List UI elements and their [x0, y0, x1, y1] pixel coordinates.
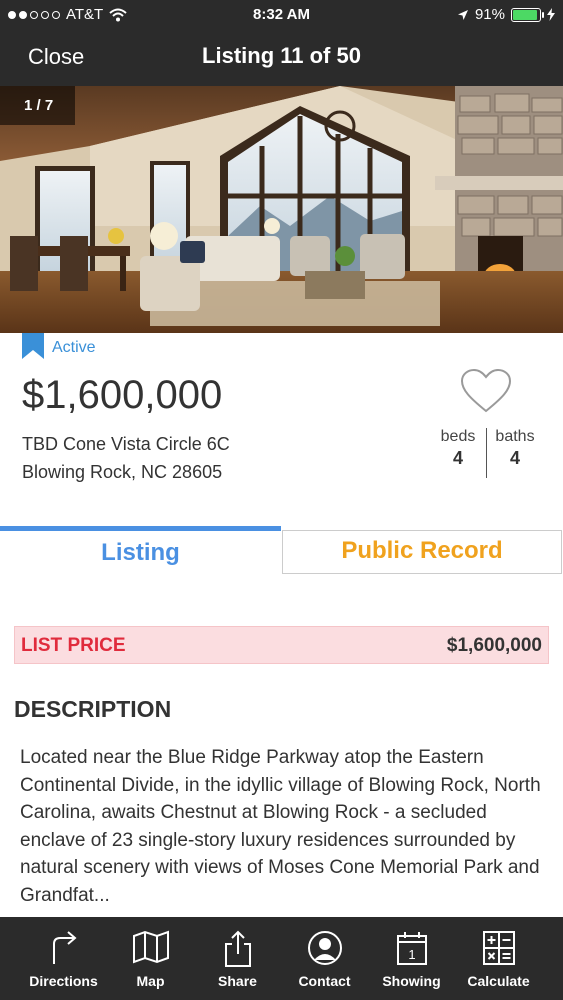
showing-label: Showing [382, 973, 441, 989]
baths-stat: baths 4 [489, 428, 541, 478]
directions-label: Directions [29, 973, 98, 989]
contact-person-icon [307, 931, 342, 965]
calculate-label: Calculate [467, 973, 530, 989]
list-price-label: LIST PRICE [21, 635, 126, 656]
status-label: Active [52, 339, 96, 356]
bookmark-icon [22, 333, 44, 359]
nav-bar: Close Listing 11 of 50 [0, 30, 563, 86]
calendar-day-number: 1 [408, 947, 415, 962]
listing-price: $1,600,000 [22, 373, 223, 417]
charging-bolt-icon [547, 8, 555, 21]
list-price-row: LIST PRICE $1,600,000 [14, 626, 549, 664]
beds-stat: beds 4 [432, 428, 484, 478]
tab-listing[interactable]: Listing [0, 526, 281, 574]
share-button[interactable]: Share [194, 917, 281, 1000]
bottom-toolbar: Directions Map Share Contact 1 Showing C… [0, 917, 563, 1000]
status-badge: Active [22, 333, 96, 359]
living-room-photo [0, 86, 563, 333]
description-text[interactable]: Located near the Blue Ridge Parkway atop… [20, 744, 550, 909]
favorite-heart-icon[interactable] [460, 368, 512, 414]
share-icon [224, 930, 251, 967]
map-label: Map [136, 973, 165, 989]
detail-tabs: Listing Public Record [0, 526, 563, 574]
list-price-value: $1,600,000 [446, 635, 542, 656]
calculator-icon [482, 931, 515, 965]
map-icon [132, 930, 169, 964]
status-bar: AT&T 8:32 AM 91% [0, 0, 563, 30]
photo-counter: 1 / 7 [0, 86, 76, 125]
battery-icon [511, 7, 544, 22]
beds-label: beds [440, 428, 476, 445]
beds-value: 4 [452, 448, 463, 468]
tab-public-record[interactable]: Public Record [282, 530, 562, 574]
baths-value: 4 [509, 448, 520, 468]
address-line-1: TBD Cone Vista Circle 6C [22, 434, 230, 454]
baths-label: baths [495, 428, 535, 445]
directions-arrow-icon [52, 931, 77, 964]
showing-button[interactable]: 1 Showing [368, 917, 455, 1000]
calculate-button[interactable]: Calculate [455, 917, 542, 1000]
page-title: Listing 11 of 50 [202, 43, 361, 68]
listing-address: TBD Cone Vista Circle 6C Blowing Rock, N… [22, 430, 230, 486]
divider [486, 428, 487, 478]
address-line-2: Blowing Rock, NC 28605 [22, 462, 223, 482]
directions-button[interactable]: Directions [20, 917, 107, 1000]
map-button[interactable]: Map [107, 917, 194, 1000]
calendar-icon: 1 [396, 932, 427, 965]
contact-button[interactable]: Contact [281, 917, 368, 1000]
listing-photo[interactable]: 1 / 7 [0, 86, 563, 333]
beds-baths: beds 4 baths 4 [432, 428, 541, 478]
share-label: Share [218, 973, 257, 989]
location-arrow-icon [457, 9, 468, 20]
description-heading: DESCRIPTION [14, 696, 172, 722]
battery-percent: 91% [474, 6, 505, 23]
top-bar: AT&T 8:32 AM 91% Close Listing 11 of 50 [0, 0, 563, 86]
contact-label: Contact [298, 973, 351, 989]
